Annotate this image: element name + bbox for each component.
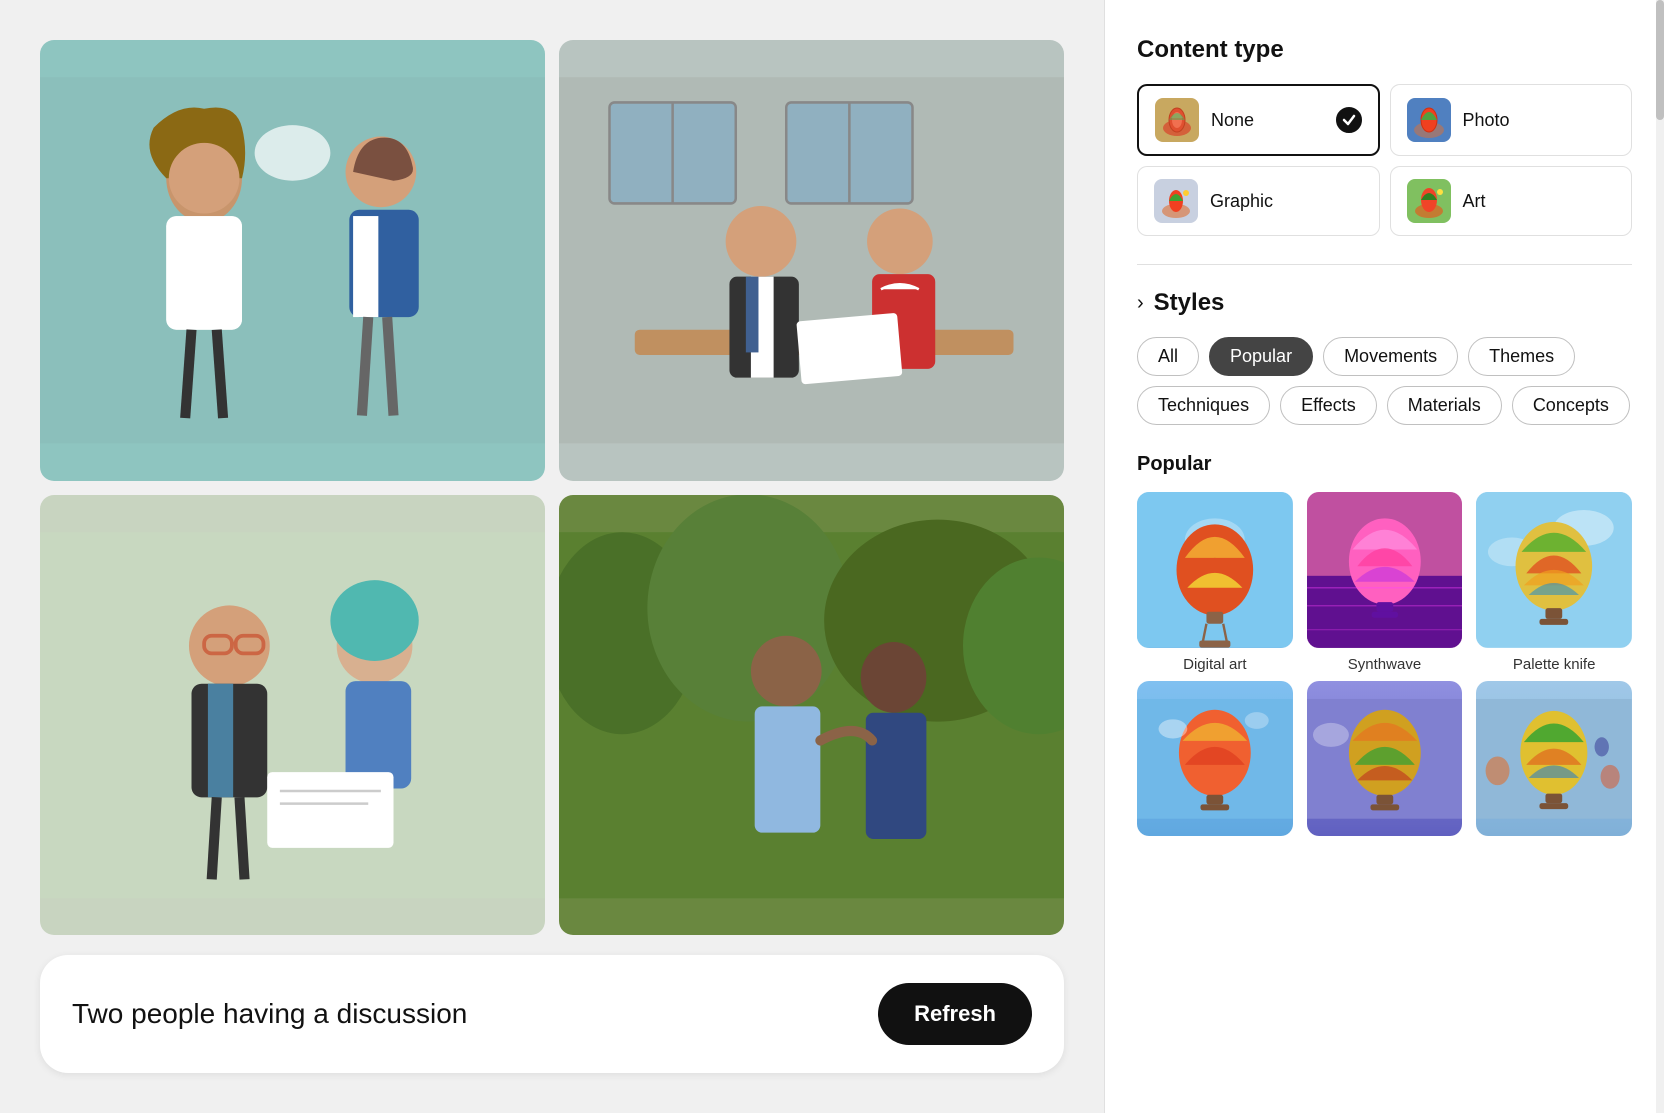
none-check-icon [1336, 107, 1362, 133]
style-tag-themes[interactable]: Themes [1468, 337, 1575, 376]
style-thumb-6 [1476, 681, 1632, 837]
scrollbar-thumb[interactable] [1656, 0, 1664, 120]
right-panel: Content type None [1104, 0, 1664, 1113]
style-item-4[interactable] [1137, 681, 1293, 845]
styles-title: Styles [1154, 289, 1225, 317]
style-thumb-synthwave [1307, 492, 1463, 648]
content-type-graphic-thumb [1154, 179, 1198, 223]
style-tag-materials[interactable]: Materials [1387, 386, 1502, 425]
content-type-none-label: None [1211, 110, 1324, 131]
content-type-art-thumb [1407, 179, 1451, 223]
content-type-grid: None Photo [1137, 84, 1632, 236]
image-grid [40, 40, 1064, 935]
image-cell-2 [559, 40, 1064, 481]
content-type-photo-label: Photo [1463, 110, 1616, 131]
content-type-art-label: Art [1463, 191, 1616, 212]
content-type-graphic[interactable]: Graphic [1137, 166, 1380, 236]
content-type-photo[interactable]: Photo [1390, 84, 1633, 156]
content-type-none[interactable]: None [1137, 84, 1380, 156]
style-digital-art-label: Digital art [1183, 656, 1246, 673]
style-thumb-5 [1307, 681, 1463, 837]
style-item-6[interactable] [1476, 681, 1632, 845]
content-type-title: Content type [1137, 36, 1632, 64]
left-panel: Two people having a discussion Refresh [0, 0, 1104, 1113]
content-type-art[interactable]: Art [1390, 166, 1633, 236]
style-synthwave-label: Synthwave [1348, 656, 1421, 673]
style-tag-concepts[interactable]: Concepts [1512, 386, 1630, 425]
style-image-grid-2 [1137, 681, 1632, 845]
content-type-graphic-label: Graphic [1210, 191, 1363, 212]
style-tag-movements[interactable]: Movements [1323, 337, 1458, 376]
style-tag-effects[interactable]: Effects [1280, 386, 1377, 425]
popular-label: Popular [1137, 453, 1632, 476]
styles-header[interactable]: › Styles [1137, 289, 1632, 317]
image-cell-3 [40, 495, 545, 936]
style-item-digital-art[interactable]: Digital art [1137, 492, 1293, 673]
style-item-5[interactable] [1307, 681, 1463, 845]
image-cell-4 [559, 495, 1064, 936]
content-type-photo-thumb [1407, 98, 1451, 142]
style-palette-knife-label: Palette knife [1513, 656, 1596, 673]
style-thumb-4 [1137, 681, 1293, 837]
style-tag-popular[interactable]: Popular [1209, 337, 1313, 376]
image-cell-1 [40, 40, 545, 481]
style-thumb-digital-art [1137, 492, 1293, 648]
style-thumb-palette-knife [1476, 492, 1632, 648]
style-item-palette-knife[interactable]: Palette knife [1476, 492, 1632, 673]
style-image-grid-1: Digital art [1137, 492, 1632, 673]
style-tag-techniques[interactable]: Techniques [1137, 386, 1270, 425]
chevron-right-icon: › [1137, 292, 1144, 315]
prompt-text: Two people having a discussion [72, 996, 467, 1032]
prompt-box: Two people having a discussion Refresh [40, 955, 1064, 1073]
content-type-none-thumb [1155, 98, 1199, 142]
scrollbar-track [1656, 0, 1664, 1113]
divider [1137, 264, 1632, 265]
refresh-button[interactable]: Refresh [878, 983, 1032, 1045]
style-tag-all[interactable]: All [1137, 337, 1199, 376]
style-tags: All Popular Movements Themes Techniques … [1137, 337, 1632, 425]
style-item-synthwave[interactable]: Synthwave [1307, 492, 1463, 673]
